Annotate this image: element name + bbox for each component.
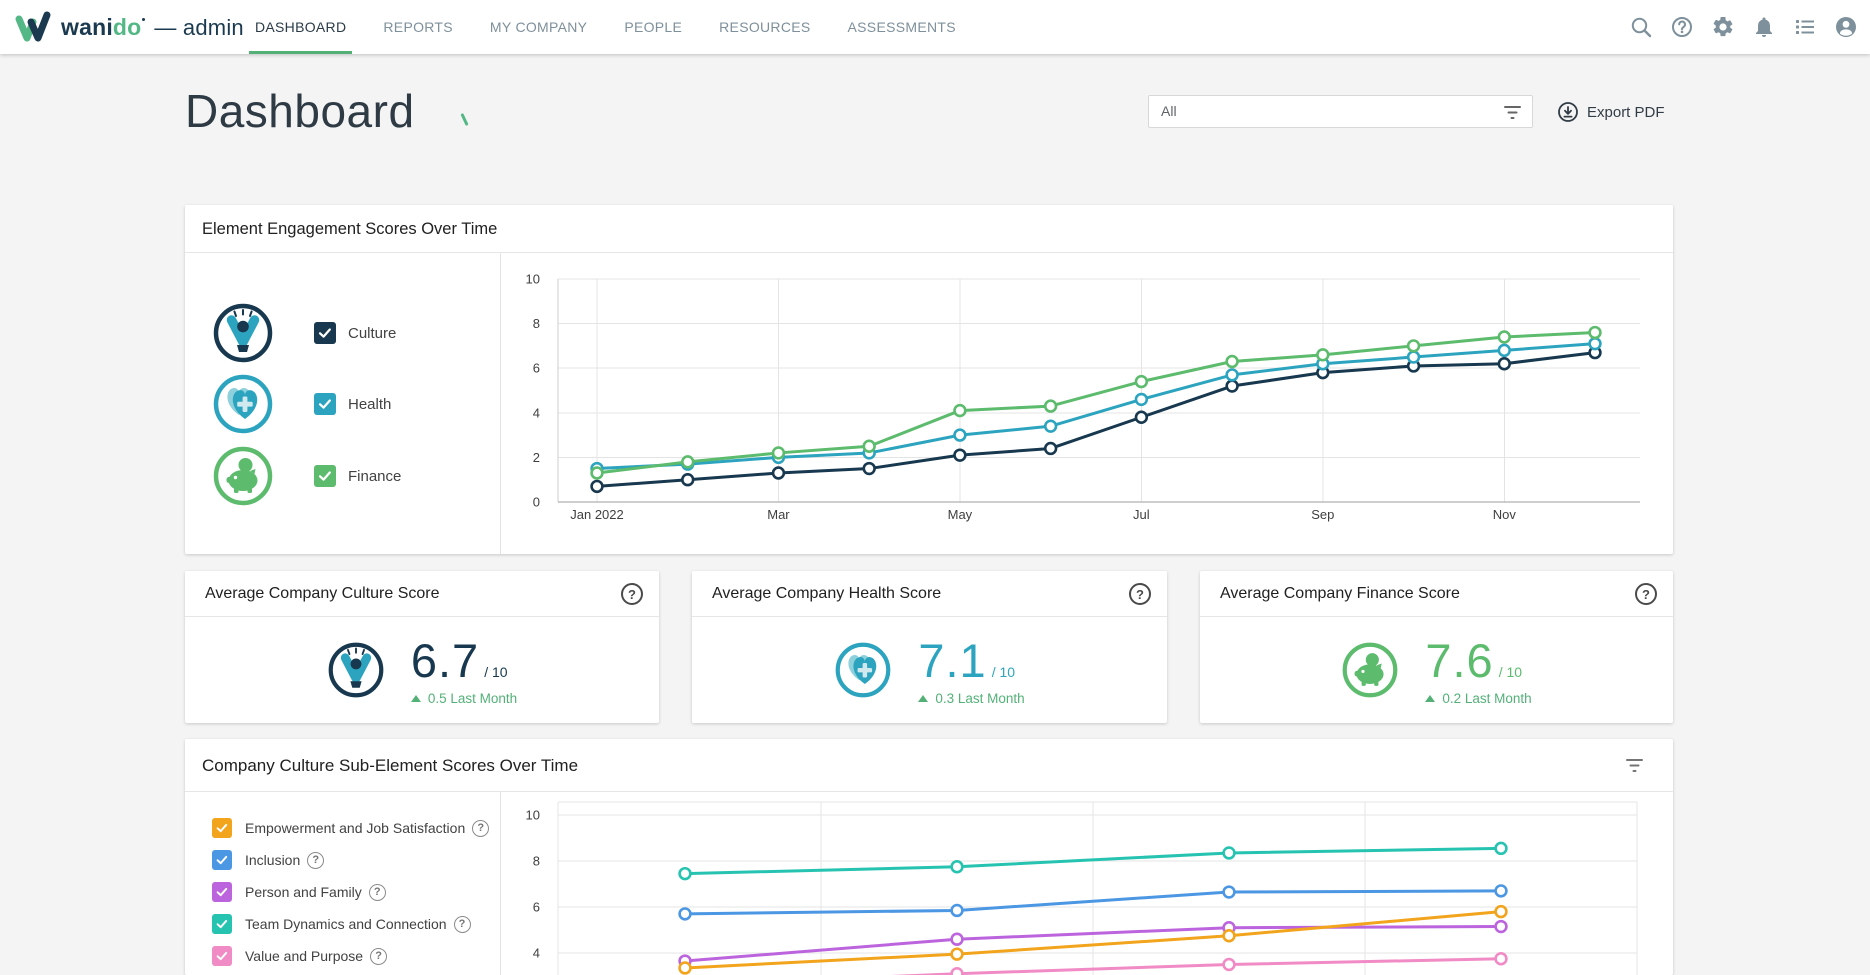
- filter-icon[interactable]: [1626, 759, 1643, 772]
- svg-text:6: 6: [533, 900, 540, 915]
- score-denominator: / 10: [1499, 664, 1522, 680]
- svg-text:10: 10: [526, 272, 540, 287]
- health-icon: [834, 641, 892, 699]
- export-pdf-button[interactable]: Export PDF: [1557, 100, 1665, 124]
- score-delta: 0.3 Last Month: [918, 691, 1024, 706]
- engagement-chart: 10 8 6 4 2 Jan 2022 Mar May Jul Sep Nov 0: [185, 253, 1673, 554]
- score-denominator: / 10: [484, 664, 507, 680]
- score-card-title: Average Company Finance Score?: [1200, 571, 1673, 617]
- svg-text:May: May: [948, 507, 973, 522]
- svg-text:Mar: Mar: [767, 507, 790, 522]
- help-icon[interactable]: ?: [1129, 583, 1151, 605]
- brand-name: wanido— admin: [61, 14, 244, 41]
- list-icon[interactable]: [1793, 15, 1817, 39]
- svg-text:8: 8: [533, 854, 540, 869]
- download-icon: [1557, 101, 1579, 123]
- title-tick-mark: [460, 113, 468, 126]
- score-delta: 0.2 Last Month: [1425, 691, 1531, 706]
- engagement-card-title: Element Engagement Scores Over Time: [185, 205, 1673, 253]
- up-arrow-icon: [918, 695, 928, 702]
- svg-text:4: 4: [533, 946, 540, 961]
- svg-text:2: 2: [533, 450, 540, 465]
- average-company-finance-score-card: Average Company Finance Score? 7.6 / 10 0.…: [1200, 571, 1673, 723]
- account-icon[interactable]: [1834, 15, 1858, 39]
- culture-icon: [327, 641, 385, 699]
- svg-text:0: 0: [533, 495, 540, 510]
- up-arrow-icon: [1425, 695, 1435, 702]
- svg-text:4: 4: [533, 405, 540, 420]
- score-denominator: / 10: [992, 664, 1015, 680]
- settings-icon[interactable]: [1711, 15, 1735, 39]
- subelement-card-title: Company Culture Sub-Element Scores Over …: [202, 756, 578, 775]
- subelement-card: Company Culture Sub-Element Scores Over …: [185, 739, 1673, 975]
- svg-text:6: 6: [533, 361, 540, 376]
- wanido-logo-icon: [14, 10, 52, 44]
- page-title: Dashboard: [185, 84, 415, 138]
- engagement-card: Element Engagement Scores Over Time Cult…: [185, 205, 1673, 554]
- score-value: 7.6: [1425, 633, 1493, 688]
- finance-icon: [1341, 641, 1399, 699]
- tab-dashboard[interactable]: DASHBOARD: [253, 0, 348, 54]
- nav-tabs: DASHBOARD REPORTS MY COMPANY PEOPLE RESOURCE…: [253, 0, 958, 54]
- average-company-culture-score-card: Average Company Culture Score? 6.7 / 10 0.…: [185, 571, 659, 723]
- notifications-icon[interactable]: [1752, 15, 1776, 39]
- filter-icon: [1504, 106, 1521, 119]
- score-value: 7.1: [918, 633, 986, 688]
- filter-select-value: All: [1161, 96, 1177, 127]
- tab-assessments[interactable]: ASSESSMENTS: [846, 0, 958, 54]
- tab-resources[interactable]: RESOURCES: [717, 0, 812, 54]
- export-pdf-label: Export PDF: [1587, 104, 1665, 121]
- svg-text:Jan 2022: Jan 2022: [570, 507, 624, 522]
- search-icon[interactable]: [1629, 15, 1653, 39]
- filter-select[interactable]: All: [1148, 95, 1533, 128]
- nav-actions: [1629, 0, 1858, 54]
- up-arrow-icon: [411, 695, 421, 702]
- svg-text:8: 8: [533, 316, 540, 331]
- svg-text:Sep: Sep: [1311, 507, 1334, 522]
- svg-text:Jul: Jul: [1133, 507, 1150, 522]
- tab-my-company[interactable]: MY COMPANY: [488, 0, 589, 54]
- top-nav: wanido— admin DASHBOARD REPORTS MY COMPANY…: [0, 0, 1870, 54]
- score-value: 6.7: [411, 633, 479, 688]
- tab-people[interactable]: PEOPLE: [622, 0, 684, 54]
- help-icon[interactable]: ?: [621, 583, 643, 605]
- score-delta: 0.5 Last Month: [411, 691, 517, 706]
- help-icon[interactable]: [1670, 15, 1694, 39]
- average-company-health-score-card: Average Company Health Score? 7.1 / 10 0.3…: [692, 571, 1167, 723]
- score-card-title: Average Company Health Score?: [692, 571, 1167, 617]
- dashboard-page: wanido— admin DASHBOARD REPORTS MY COMPANY…: [0, 0, 1870, 975]
- brand-logo[interactable]: wanido— admin: [14, 0, 244, 54]
- svg-text:10: 10: [526, 808, 540, 823]
- svg-text:Nov: Nov: [1493, 507, 1517, 522]
- tab-reports[interactable]: REPORTS: [381, 0, 455, 54]
- score-cards-row: Average Company Culture Score? 6.7 / 10 0.…: [185, 571, 1673, 723]
- help-icon[interactable]: ?: [1635, 583, 1657, 605]
- score-card-title: Average Company Culture Score?: [185, 571, 659, 617]
- subelement-card-header: Company Culture Sub-Element Scores Over …: [185, 739, 1673, 792]
- subelement-chart: 10 8 6 4: [185, 792, 1673, 975]
- brand-suffix: — admin: [154, 15, 243, 40]
